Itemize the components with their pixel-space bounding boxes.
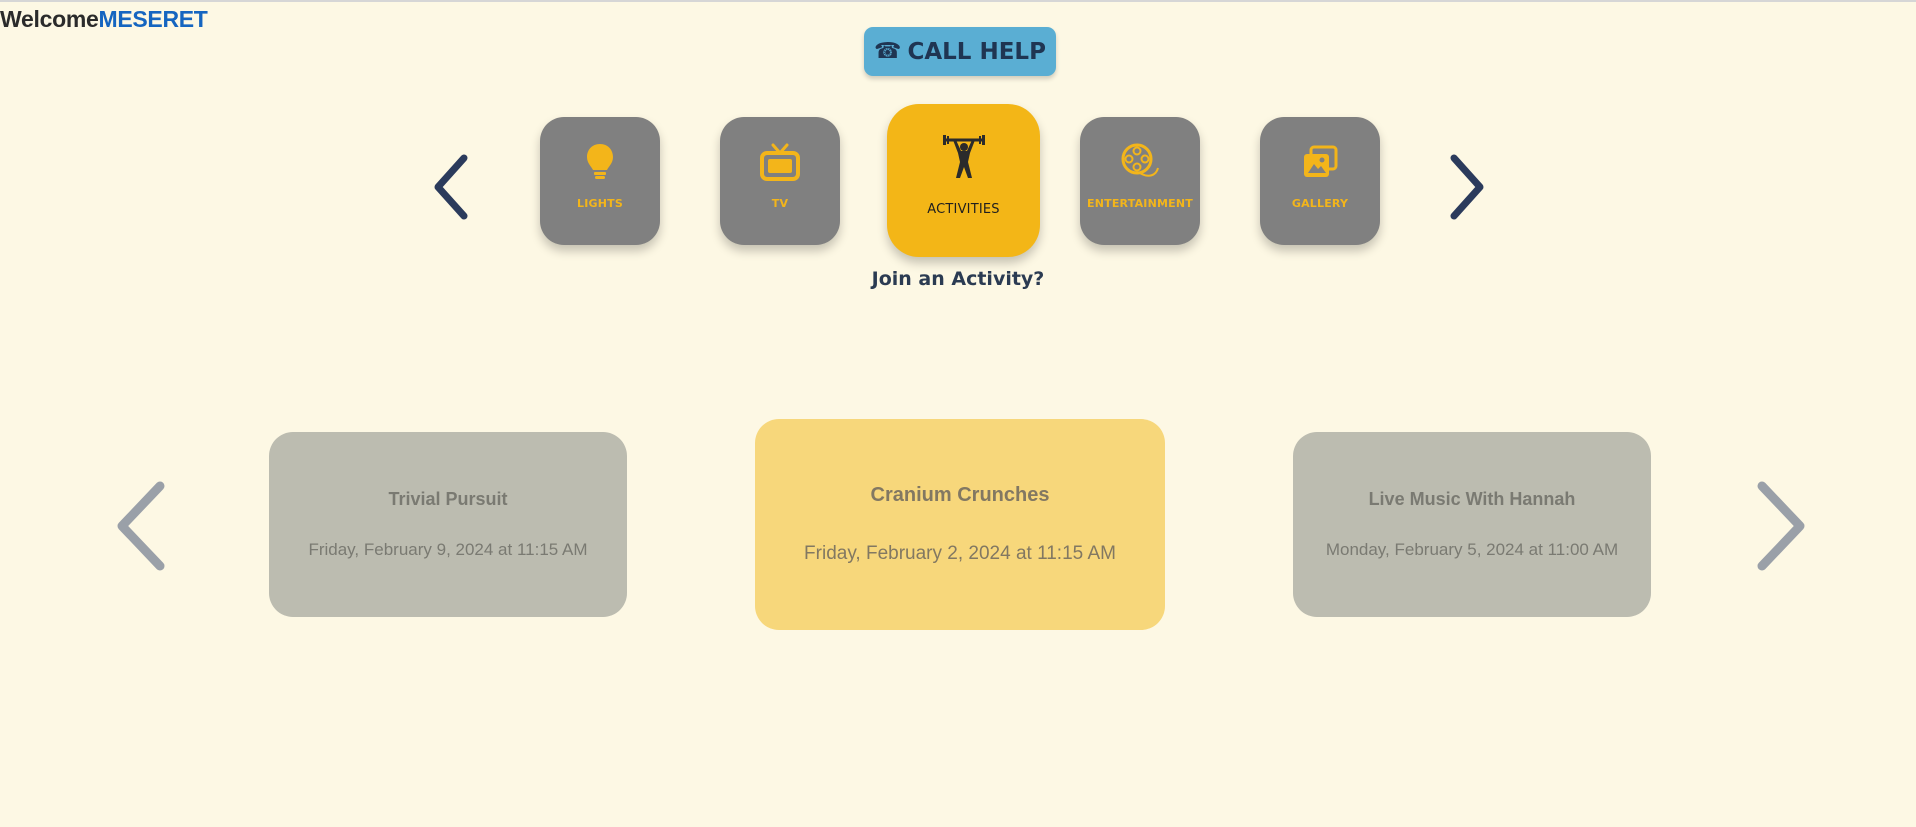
- activity-title: Cranium Crunches: [870, 484, 1050, 506]
- call-help-button[interactable]: ☎ CALL HELP: [864, 27, 1056, 76]
- category-label: TV: [771, 197, 789, 210]
- call-help-label: CALL HELP: [907, 38, 1046, 65]
- category-label: LIGHTS: [577, 197, 623, 210]
- activities-prev-arrow[interactable]: [114, 480, 170, 572]
- welcome-message: WelcomeMESERET: [0, 6, 208, 33]
- category-tile-lights[interactable]: LIGHTS: [540, 117, 660, 245]
- weightlifter-icon: [941, 134, 987, 182]
- activity-date: Friday, February 9, 2024 at 11:15 AM: [308, 540, 588, 559]
- phone-icon: ☎: [874, 39, 902, 64]
- activity-title: Live Music With Hannah: [1368, 489, 1576, 509]
- activity-card-selected[interactable]: Cranium Crunches Friday, February 2, 202…: [755, 419, 1165, 630]
- gallery-icon: [1302, 141, 1338, 183]
- category-tile-gallery[interactable]: GALLERY: [1260, 117, 1380, 245]
- activity-prompt: Join an Activity?: [871, 268, 1045, 290]
- category-tile-tv[interactable]: TV: [720, 117, 840, 245]
- activity-date: Friday, February 2, 2024 at 11:15 AM: [804, 543, 1116, 564]
- activities-next-arrow[interactable]: [1752, 480, 1808, 572]
- category-tile-activities[interactable]: ACTIVITIES: [887, 104, 1040, 257]
- category-label: ACTIVITIES: [927, 202, 1000, 217]
- activity-date: Monday, February 5, 2024 at 11:00 AM: [1325, 540, 1619, 559]
- category-tile-entertainment[interactable]: ENTERTAINMENT: [1080, 117, 1200, 245]
- chevron-right-icon: [1757, 481, 1805, 571]
- welcome-text: Welcome: [0, 6, 99, 32]
- chevron-left-icon: [117, 481, 165, 571]
- categories-next-arrow[interactable]: [1444, 152, 1488, 222]
- lightbulb-icon: [585, 141, 615, 183]
- category-label: ENTERTAINMENT: [1087, 197, 1193, 210]
- activity-card[interactable]: Trivial Pursuit Friday, February 9, 2024…: [269, 432, 627, 617]
- activity-title: Trivial Pursuit: [388, 489, 508, 509]
- activity-card[interactable]: Live Music With Hannah Monday, February …: [1293, 432, 1651, 617]
- tv-icon: [760, 141, 800, 183]
- chevron-left-icon: [434, 154, 468, 220]
- user-name: MESERET: [98, 6, 208, 32]
- categories-prev-arrow[interactable]: [430, 152, 474, 222]
- chevron-right-icon: [1450, 154, 1484, 220]
- category-label: GALLERY: [1291, 197, 1349, 210]
- film-reel-icon: [1120, 141, 1160, 183]
